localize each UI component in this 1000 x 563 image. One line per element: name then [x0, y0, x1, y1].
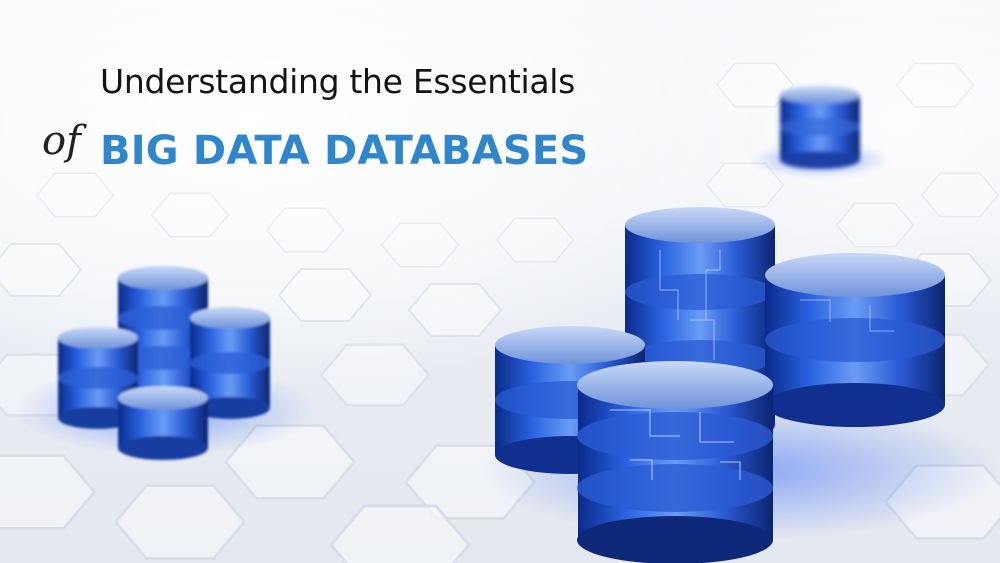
hero-image: Understanding the Essentials of BIG DATA… — [0, 0, 1000, 563]
database-scene-illustration — [0, 62, 1000, 563]
database-cluster-front — [480, 207, 1000, 563]
